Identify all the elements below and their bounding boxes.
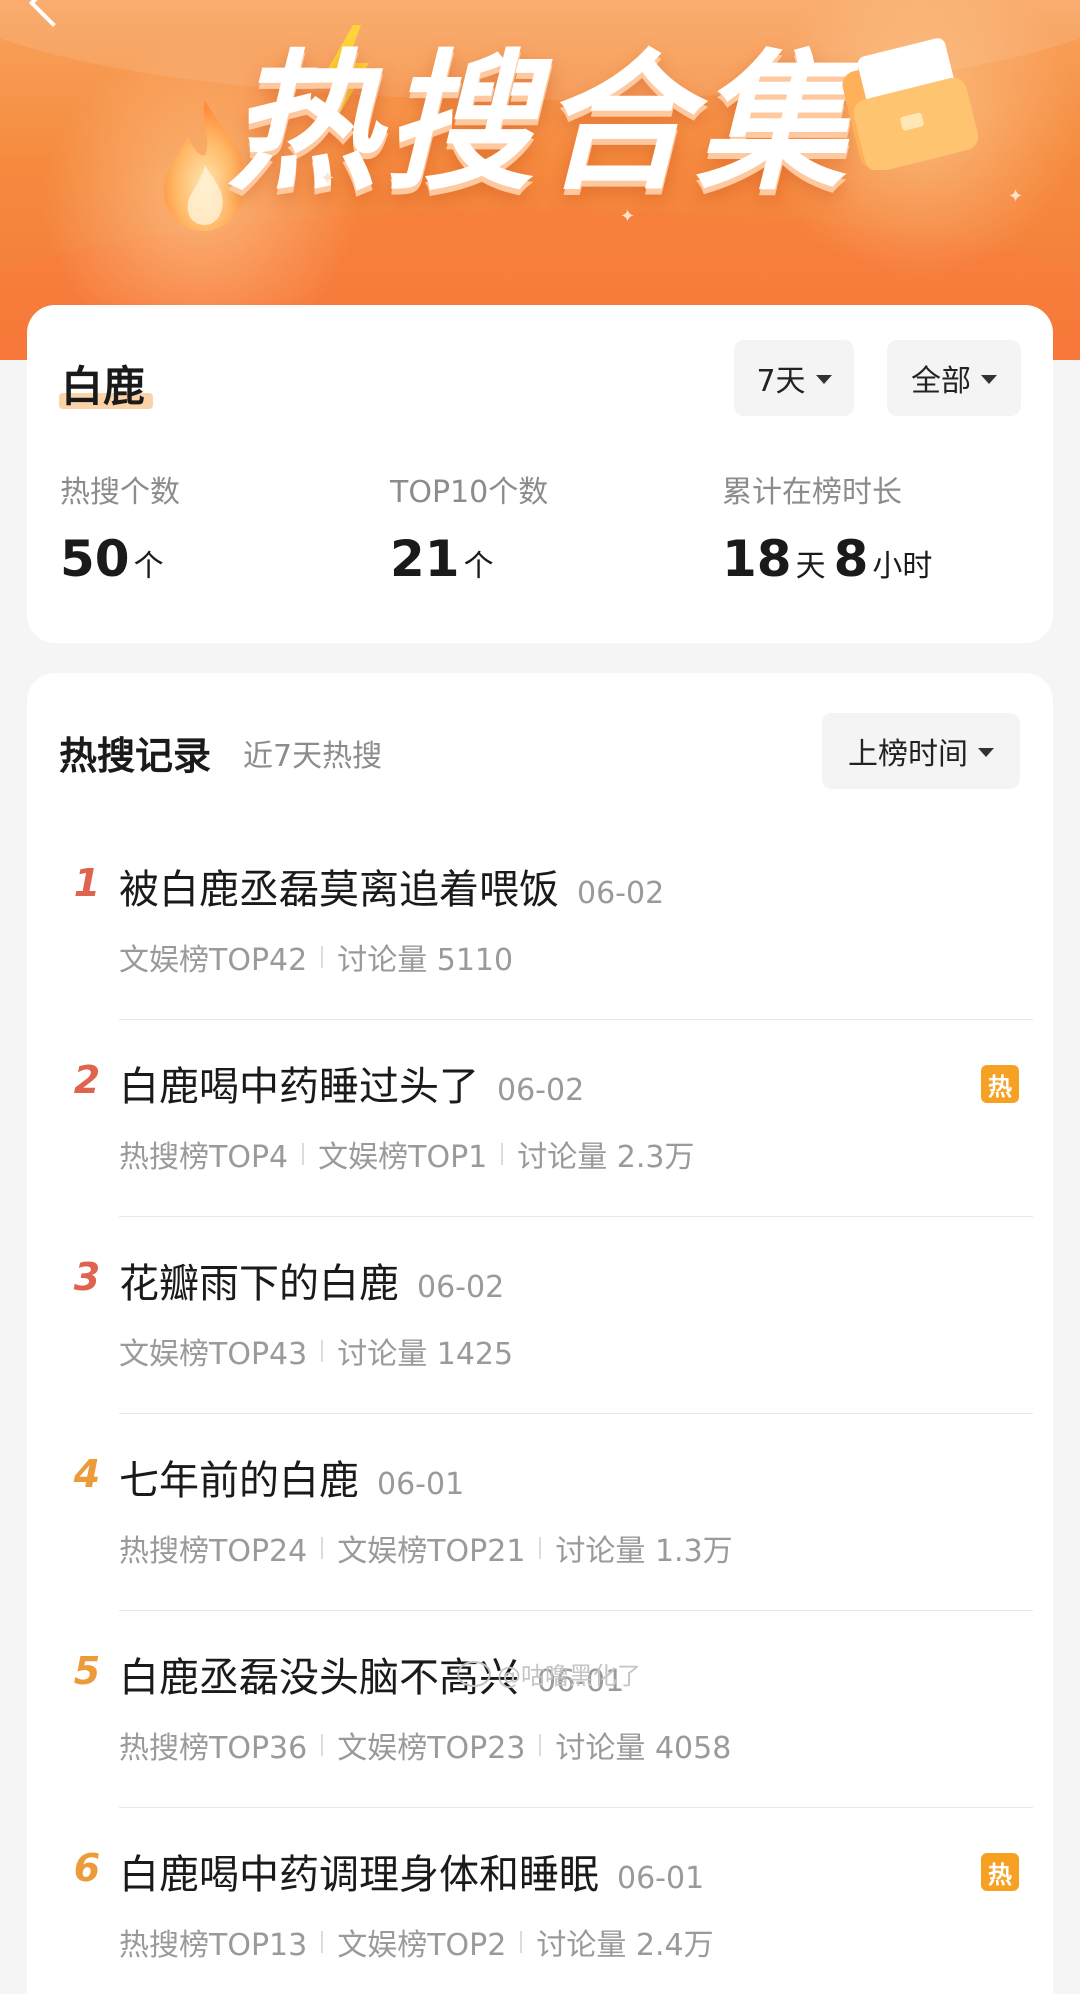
- record-meta-item: 文娱榜TOP23: [337, 1731, 526, 1766]
- record-item[interactable]: 6 白鹿喝中药调理身体和睡眠 06-01 热搜榜TOP13 文娱榜TOP2 讨论量 2.4…: [27, 1808, 1053, 1994]
- stat-number: 50: [60, 530, 130, 588]
- record-meta-item: 热搜榜TOP24: [119, 1534, 308, 1569]
- record-meta: 热搜榜TOP13 文娱榜TOP2 讨论量 2.4万: [119, 1920, 714, 1964]
- stat-unit: 个: [463, 549, 494, 584]
- stat-unit: 小时: [872, 549, 933, 584]
- meta-separator: [321, 1537, 324, 1559]
- stat-unit: 个: [133, 549, 164, 584]
- record-item[interactable]: 1 被白鹿丞磊莫离追着喂饭 06-02 文娱榜TOP42 讨论量 5110: [27, 823, 1053, 1020]
- record-meta-item: 讨论量 1.3万: [555, 1534, 733, 1569]
- record-date: 06-02: [417, 1270, 505, 1305]
- record-meta-item: 文娱榜TOP43: [119, 1337, 308, 1372]
- record-title[interactable]: 白鹿喝中药睡过头了: [119, 1064, 479, 1110]
- record-meta: 热搜榜TOP4 文娱榜TOP1 讨论量 2.3万: [119, 1132, 695, 1176]
- meta-separator: [520, 1931, 523, 1953]
- record-rank: 3: [73, 1255, 101, 1299]
- record-rank: 2: [73, 1058, 101, 1102]
- scope-filter-label: 全部: [911, 364, 971, 399]
- record-meta: 文娱榜TOP42 讨论量 5110: [119, 935, 513, 979]
- record-title-line: 七年前的白鹿 06-01: [119, 1448, 464, 1506]
- stat-value-top10-count: 21 个: [390, 530, 502, 588]
- stat-label-top10-count: TOP10个数: [390, 475, 549, 510]
- records-title: 热搜记录: [59, 734, 212, 778]
- record-meta: 文娱榜TOP43 讨论量 1425: [119, 1329, 513, 1373]
- meta-separator: [501, 1143, 504, 1165]
- weibo-logo-icon: [457, 1660, 491, 1687]
- record-meta-item: 文娱榜TOP2: [337, 1928, 507, 1963]
- record-rank: 6: [73, 1846, 101, 1890]
- record-rank: 1: [73, 861, 101, 905]
- record-meta-item: 文娱榜TOP21: [337, 1534, 526, 1569]
- sort-label: 上榜时间: [848, 737, 968, 772]
- record-date: 06-02: [497, 1073, 585, 1108]
- record-title-line: 白鹿喝中药睡过头了 06-02: [119, 1054, 584, 1112]
- folder-icon: [842, 38, 979, 170]
- stat-label-total-duration: 累计在榜时长: [722, 475, 902, 510]
- record-meta-item: 讨论量 2.3万: [517, 1140, 695, 1175]
- hot-badge: 热: [981, 1853, 1019, 1891]
- meta-separator: [321, 1340, 324, 1362]
- meta-separator: [302, 1143, 305, 1165]
- stat-number: 21: [390, 530, 460, 588]
- record-meta-item: 讨论量 4058: [555, 1731, 732, 1766]
- scope-filter-button[interactable]: 全部: [887, 340, 1021, 416]
- sparkle-icon: ✦: [1008, 186, 1024, 207]
- meta-separator: [321, 946, 324, 968]
- stat-label-hot-count: 热搜个数: [60, 475, 180, 510]
- record-rank: 4: [73, 1452, 101, 1496]
- record-date: 06-01: [377, 1467, 465, 1502]
- record-meta-item: 讨论量 2.4万: [536, 1928, 714, 1963]
- record-meta-item: 热搜榜TOP4: [119, 1140, 289, 1175]
- meta-separator: [321, 1931, 324, 1953]
- record-meta: 热搜榜TOP24 文娱榜TOP21 讨论量 1.3万: [119, 1526, 733, 1570]
- meta-separator: [539, 1734, 542, 1756]
- meta-separator: [321, 1734, 324, 1756]
- sparkle-icon: ✦: [620, 206, 636, 227]
- record-meta-item: 文娱榜TOP42: [119, 943, 308, 978]
- stat-value-total-duration: 18 天 8 小时: [722, 530, 940, 588]
- record-item[interactable]: 5 白鹿丞磊没头脑不高兴 06-01 热搜榜TOP36 文娱榜TOP23 讨论量 4058: [27, 1611, 1053, 1808]
- record-item[interactable]: 2 白鹿喝中药睡过头了 06-02 热搜榜TOP4 文娱榜TOP1 讨论量 2.3万 热: [27, 1020, 1053, 1217]
- meta-separator: [539, 1537, 542, 1559]
- period-filter-button[interactable]: 7天: [734, 340, 854, 416]
- record-title[interactable]: 七年前的白鹿: [119, 1458, 359, 1504]
- record-meta-item: 讨论量 5110: [337, 943, 514, 978]
- record-title[interactable]: 花瓣雨下的白鹿: [119, 1261, 399, 1307]
- record-meta-item: 热搜榜TOP13: [119, 1928, 308, 1963]
- record-date: 06-02: [577, 876, 665, 911]
- person-name: 白鹿: [61, 362, 146, 411]
- watermark: @咕噜黑化了: [457, 1656, 641, 1691]
- caret-down-icon: [981, 374, 997, 384]
- record-title-line: 花瓣雨下的白鹿 06-02: [119, 1251, 504, 1309]
- record-title[interactable]: 被白鹿丞磊莫离追着喂饭: [119, 867, 559, 913]
- record-title-line: 被白鹿丞磊莫离追着喂饭 06-02: [119, 857, 664, 915]
- period-filter-label: 7天: [756, 364, 806, 399]
- sparkle-icon: ✦: [320, 168, 336, 189]
- stat-days: 18: [722, 530, 792, 588]
- sort-button[interactable]: 上榜时间: [822, 713, 1020, 789]
- record-meta-item: 讨论量 1425: [337, 1337, 514, 1372]
- record-meta-item: 文娱榜TOP1: [318, 1140, 488, 1175]
- stat-value-hot-count: 50 个: [60, 530, 172, 588]
- record-meta: 热搜榜TOP36 文娱榜TOP23 讨论量 4058: [119, 1723, 731, 1767]
- record-date: 06-01: [617, 1861, 705, 1896]
- record-item[interactable]: 3 花瓣雨下的白鹿 06-02 文娱榜TOP43 讨论量 1425: [27, 1217, 1053, 1414]
- record-rank: 5: [73, 1649, 101, 1693]
- stat-unit: 天: [795, 549, 826, 584]
- records-card: 热搜记录 近7天热搜 上榜时间 1 被白鹿丞磊莫离追着喂饭 06-02 文娱榜TOP4…: [27, 673, 1053, 1994]
- record-title-line: 白鹿喝中药调理身体和睡眠 06-01: [119, 1842, 704, 1900]
- caret-down-icon: [815, 374, 832, 384]
- record-item[interactable]: 4 七年前的白鹿 06-01 热搜榜TOP24 文娱榜TOP21 讨论量 1.3万: [27, 1414, 1053, 1611]
- caret-down-icon: [978, 747, 994, 757]
- records-subtitle: 近7天热搜: [243, 739, 383, 774]
- hot-badge: 热: [981, 1065, 1019, 1103]
- watermark-text: @咕噜黑化了: [497, 1662, 641, 1690]
- record-title[interactable]: 白鹿喝中药调理身体和睡眠: [119, 1852, 599, 1898]
- summary-card: 白鹿 7天 全部 热搜个数 50 个 TOP10个数 21 个 累计在榜时长 18 天…: [27, 305, 1053, 643]
- stat-hours: 8: [833, 530, 869, 588]
- record-meta-item: 热搜榜TOP36: [119, 1731, 308, 1766]
